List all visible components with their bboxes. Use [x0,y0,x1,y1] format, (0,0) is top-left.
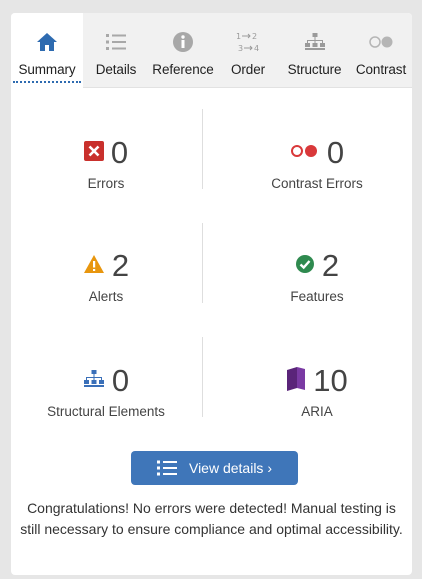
svg-text:1: 1 [236,32,241,41]
tab-reference[interactable]: Reference [149,13,217,88]
contrast-error-icon [290,144,320,163]
tab-details-label: Details [95,62,137,77]
aria-icon [286,366,306,397]
alerts-stat: 2 Alerts [11,246,201,304]
alerts-count: 2 [111,248,130,283]
structure-icon [302,29,328,55]
aria-stat: 10 ARIA [222,361,412,419]
svg-text:3: 3 [238,44,243,53]
tab-bar: Summary Details Reference 1 2 3 4 Order … [11,13,412,88]
order-icon: 1 2 3 4 [235,29,261,55]
feature-icon [295,254,315,279]
info-icon [170,29,196,55]
contrast-errors-stat: 0 Contrast Errors [222,133,412,191]
structural-elements-count: 0 [111,363,130,398]
divider [202,337,203,417]
tab-details[interactable]: Details [83,13,149,88]
tab-contrast-label: Contrast [355,62,407,77]
error-icon [83,140,104,166]
errors-stat: 0 Errors [11,133,201,191]
errors-count: 0 [110,135,129,170]
tab-structure-label: Structure [287,62,342,77]
tab-reference-label: Reference [152,62,214,77]
congratulations-message: Congratulations! No errors were detected… [20,500,403,537]
structure-icon [83,369,105,394]
contrast-errors-label: Contrast Errors [271,176,363,191]
features-count: 2 [321,248,340,283]
contrast-icon [368,29,394,55]
svg-text:4: 4 [254,44,259,53]
home-icon [34,29,60,55]
tab-order[interactable]: 1 2 3 4 Order [217,13,279,88]
alerts-label: Alerts [88,289,124,304]
structural-elements-stat: 0 Structural Elements [11,361,201,419]
alert-icon [83,254,105,279]
aria-count: 10 [313,363,348,398]
view-details-button[interactable]: View details › [131,451,298,485]
contrast-errors-count: 0 [326,135,345,170]
summary-panel: Summary Details Reference 1 2 3 4 Order … [11,13,412,575]
aria-label: ARIA [301,404,333,419]
list-icon [103,29,129,55]
structural-elements-label: Structural Elements [47,404,165,419]
divider [202,109,203,189]
svg-text:2: 2 [252,32,257,41]
view-details-label: View details › [188,460,272,476]
errors-label: Errors [87,176,125,191]
tab-summary[interactable]: Summary [11,13,83,88]
tab-structure[interactable]: Structure [279,13,350,88]
tab-summary-label: Summary [11,62,83,83]
tab-order-label: Order [230,62,265,77]
divider [202,223,203,303]
tab-contrast[interactable]: Contrast [350,13,412,88]
features-stat: 2 Features [222,246,412,304]
features-label: Features [290,289,344,304]
list-icon [156,460,177,476]
